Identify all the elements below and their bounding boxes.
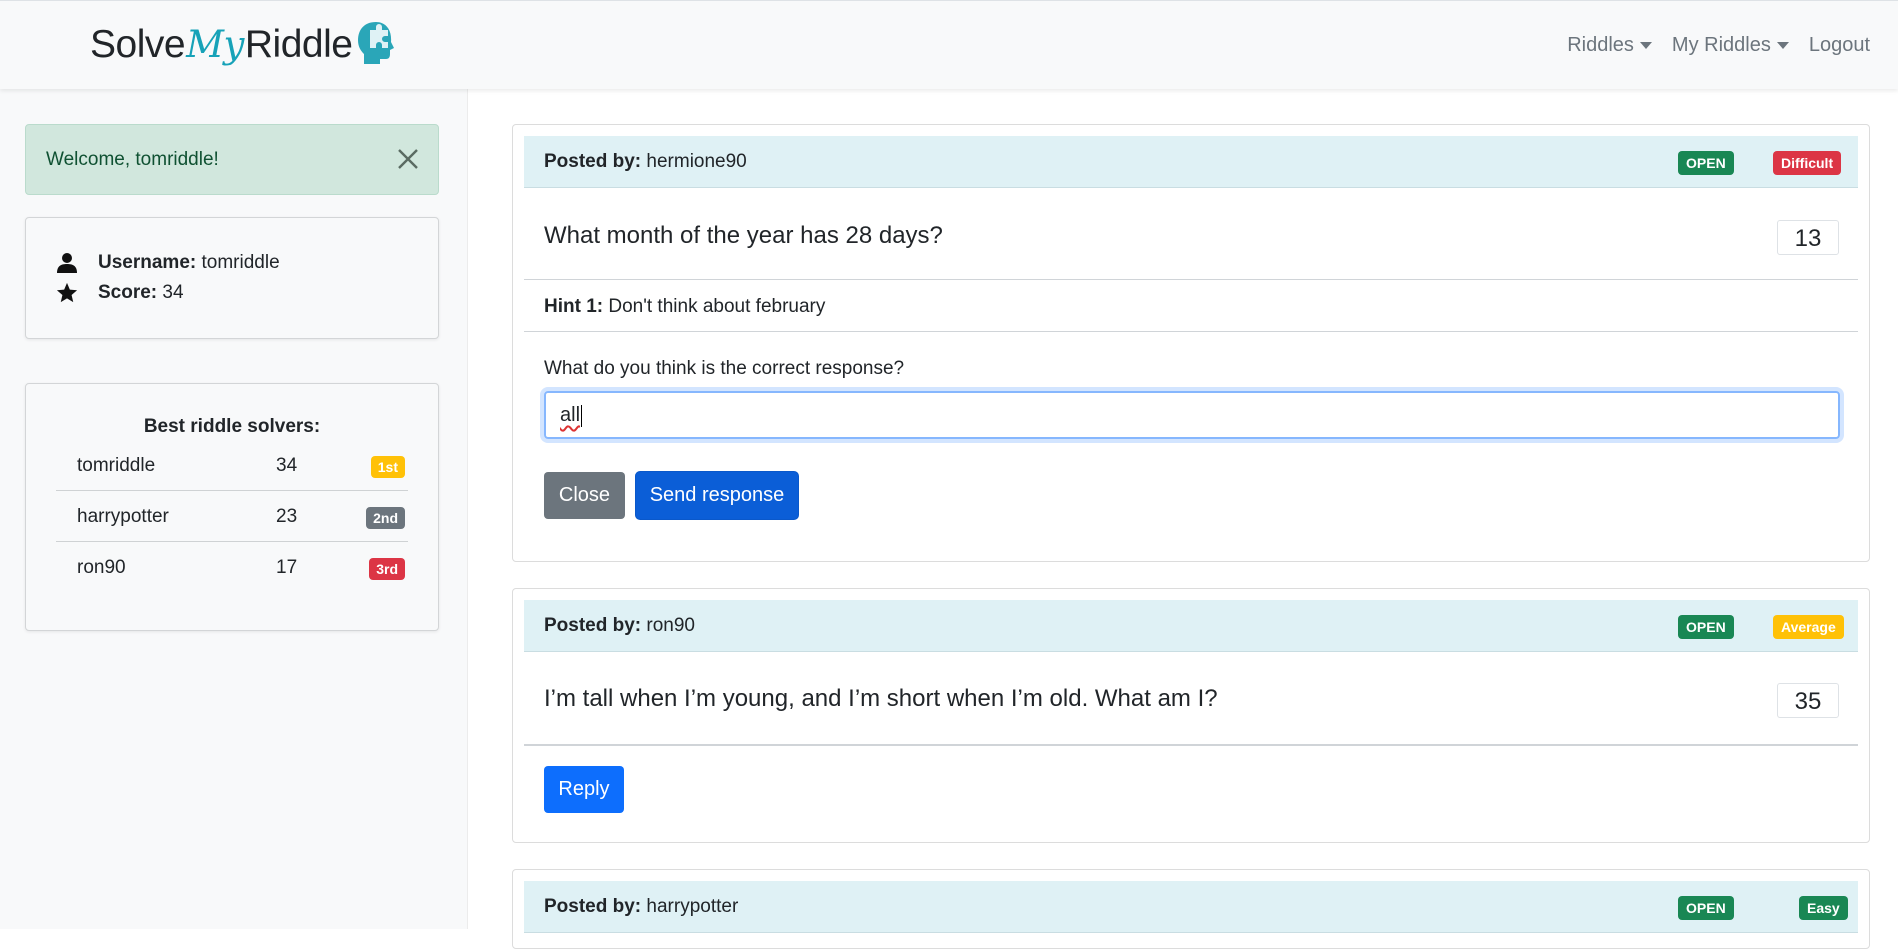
riddle-author: hermione90 [646,151,747,172]
reply-button[interactable]: Reply [544,766,624,813]
username-row: Username: tomriddle [56,252,280,274]
person-icon [57,253,77,273]
caret-down-icon [1639,42,1652,49]
response-input[interactable]: all [544,391,1840,439]
score-value: 34 [162,282,184,303]
response-input-value: all [560,404,581,426]
nav-logout-link[interactable]: Logout [1799,34,1880,57]
riddle-card: Posted by: harrypotter OPEN Easy [512,869,1870,949]
rank-badge: 1st [370,456,405,478]
leaderboard-score: 34 [276,455,298,476]
posted-by-label: Posted by: [544,151,642,172]
nav-logout-label: Logout [1808,34,1870,56]
riddle-question: I’m tall when I’m young, and I’m short w… [544,685,1218,712]
brand-solve: Solve [90,23,186,66]
hint-text: Don't think about february [608,296,826,317]
close-button[interactable]: Close [544,472,625,519]
divider [524,331,1858,332]
rank-badge: 3rd [369,558,405,580]
divider [524,744,1858,746]
leaderboard-name: harrypotter [77,506,169,527]
status-badge: OPEN [1678,615,1734,639]
riddle-card: Posted by: hermione90 OPEN Difficult Wha… [512,124,1870,562]
posted-by: Posted by: hermione90 [544,151,747,173]
nav-menu: Riddles My Riddles Logout [1557,34,1880,57]
hint: Hint 1: Don't think about february [544,296,825,318]
navbar: Solve My Riddle Riddles My Riddles Logou… [0,0,1898,89]
response-label: What do you think is the correct respons… [544,358,905,379]
score-label: Score: [98,282,158,303]
status-badge: OPEN [1678,896,1734,920]
caret-down-icon [1776,42,1789,49]
leaderboard-score: 17 [276,557,298,578]
hint-label: Hint 1: [544,296,604,317]
riddle-question: What month of the year has 28 days? [544,222,943,249]
brand-riddle: Riddle [244,23,353,66]
riddle-count: 13 [1777,220,1839,255]
posted-by-label: Posted by: [544,615,642,636]
star-icon [56,282,78,303]
rank-badge: 2nd [366,507,405,529]
difficulty-badge: Difficult [1773,151,1842,175]
difficulty-badge: Average [1773,615,1844,639]
username-value: tomriddle [201,252,280,273]
close-icon[interactable] [396,147,420,171]
riddle-author: harrypotter [646,896,739,917]
username-label: Username: [98,252,197,273]
puzzle-head-icon [356,20,396,71]
riddle-header: Posted by: hermione90 OPEN Difficult [524,136,1858,188]
riddle-header: Posted by: harrypotter OPEN Easy [524,881,1858,933]
leaderboard-row: ron90 17 3rd [56,542,408,593]
score-row: Score: 34 [56,282,184,304]
brand-logo-link[interactable]: Solve My Riddle [90,19,396,71]
user-info-card: Username: tomriddle Score: 34 [25,217,439,339]
welcome-alert-text: Welcome, tomriddle! [46,149,219,170]
riddle-count: 35 [1777,683,1839,718]
riddle-author: ron90 [646,615,696,636]
leaderboard-score: 23 [276,506,298,527]
leaderboard-row: tomriddle 34 1st [56,440,408,491]
riddle-card: Posted by: ron90 OPEN Average I’m tall w… [512,588,1870,843]
nav-my-riddles-label: My Riddles [1671,34,1771,56]
difficulty-badge: Easy [1799,896,1848,920]
posted-by-label: Posted by: [544,896,642,917]
nav-riddles-dropdown[interactable]: Riddles [1557,34,1662,57]
nav-my-riddles-dropdown[interactable]: My Riddles [1662,34,1799,57]
nav-riddles-label: Riddles [1567,34,1634,56]
posted-by: Posted by: harrypotter [544,896,738,918]
riddle-header: Posted by: ron90 OPEN Average [524,600,1858,652]
brand-my: My [186,23,244,66]
leaderboard-row: harrypotter 23 2nd [56,491,408,542]
leaderboard-card: Best riddle solvers: tomriddle 34 1st ha… [25,383,439,631]
leaderboard-name: ron90 [77,557,126,578]
posted-by: Posted by: ron90 [544,615,695,637]
divider [524,279,1858,280]
leaderboard-title: Best riddle solvers: [143,416,321,437]
status-badge: OPEN [1678,151,1734,175]
send-response-button[interactable]: Send response [636,472,798,519]
leaderboard-name: tomriddle [77,455,156,476]
welcome-alert: Welcome, tomriddle! [25,124,439,195]
